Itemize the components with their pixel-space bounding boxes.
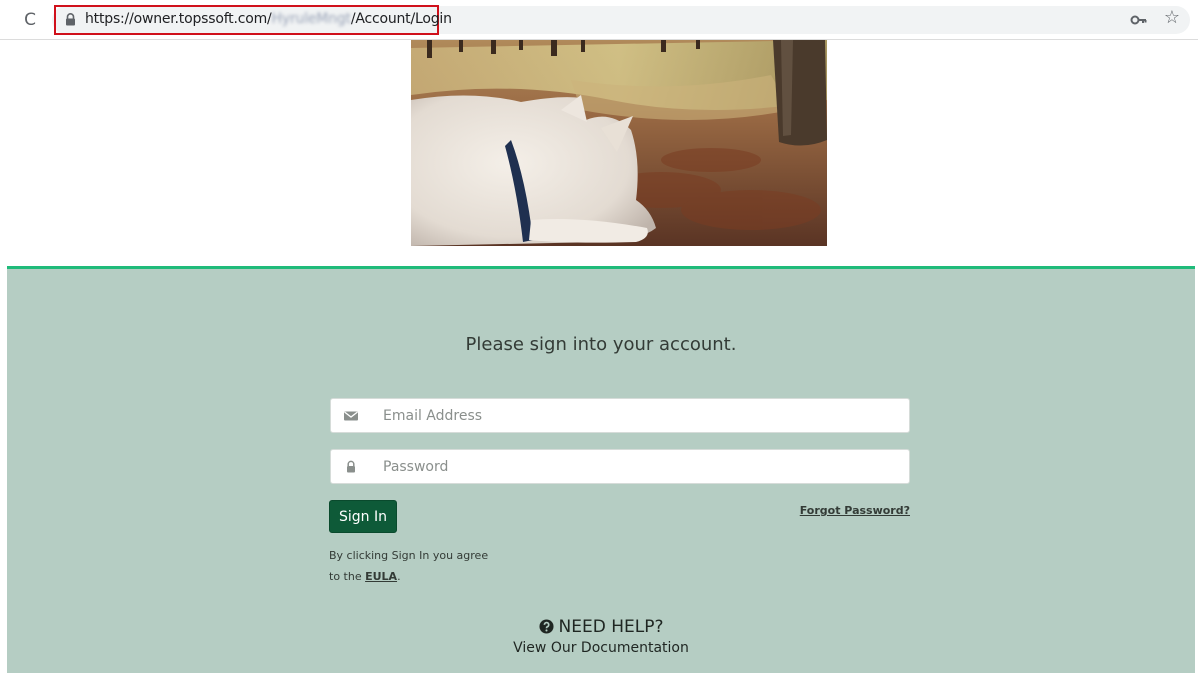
page-heading: Please sign into your account. [465, 334, 737, 355]
address-bar[interactable]: https://owner.topssoft.com/HyruleMngt/Ac… [52, 5, 1190, 35]
terms-suffix: . [397, 570, 401, 583]
lock-icon [347, 460, 355, 473]
eula-link[interactable]: EULA [365, 570, 397, 583]
lock-icon[interactable] [65, 13, 76, 26]
email-input[interactable] [383, 399, 903, 432]
need-help-label: NEED HELP? [558, 617, 664, 637]
star-icon[interactable]: ☆ [1162, 8, 1182, 28]
need-help-heading: NEED HELP? [7, 617, 1195, 637]
password-input[interactable] [383, 450, 903, 483]
hero-photo-illustration [411, 40, 827, 246]
key-icon[interactable] [1130, 12, 1148, 28]
documentation-link[interactable]: View Our Documentation [7, 640, 1195, 656]
hero-photo [411, 40, 827, 246]
email-field[interactable] [330, 398, 910, 433]
url-text[interactable]: https://owner.topssoft.com/HyruleMngt/Ac… [85, 11, 452, 27]
terms-notice: By clicking Sign In you agree to the EUL… [329, 545, 489, 587]
terms-prefix: By clicking Sign In you agree to the [329, 549, 489, 583]
password-field[interactable] [330, 449, 910, 484]
forgot-password-link[interactable]: Forgot Password? [795, 504, 910, 517]
url-blurred-segment: HyruleMngt [271, 11, 351, 27]
browser-toolbar: C https://owner.topssoft.com/HyruleMngt/… [0, 0, 1198, 40]
envelope-icon [344, 411, 358, 421]
url-suffix: /Account/Login [350, 11, 452, 27]
login-panel: Please sign into your account. Sign In F… [7, 266, 1195, 673]
reload-icon[interactable]: C [20, 10, 40, 30]
question-circle-icon [538, 619, 554, 634]
url-prefix: https://owner.topssoft.com/ [85, 11, 272, 27]
sign-in-button[interactable]: Sign In [329, 500, 397, 533]
